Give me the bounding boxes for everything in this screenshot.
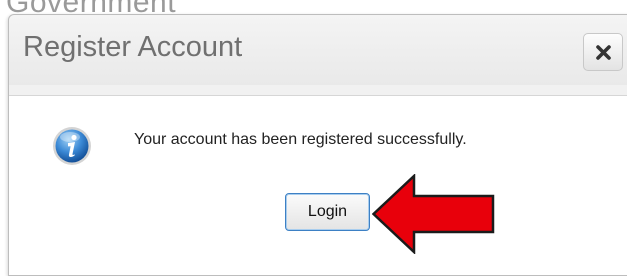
info-icon <box>53 127 91 165</box>
login-button[interactable]: Login <box>285 193 370 231</box>
dialog-titlebar: Register Account <box>9 15 627 85</box>
red-arrow-icon <box>372 174 495 254</box>
register-account-dialog: Register Account Your account has been r… <box>8 14 627 276</box>
close-button[interactable] <box>583 33 623 71</box>
close-x-icon <box>596 45 611 60</box>
dialog-title: Register Account <box>23 31 243 63</box>
dialog-content: Your account has been registered success… <box>9 95 627 275</box>
success-message: Your account has been registered success… <box>134 131 467 148</box>
